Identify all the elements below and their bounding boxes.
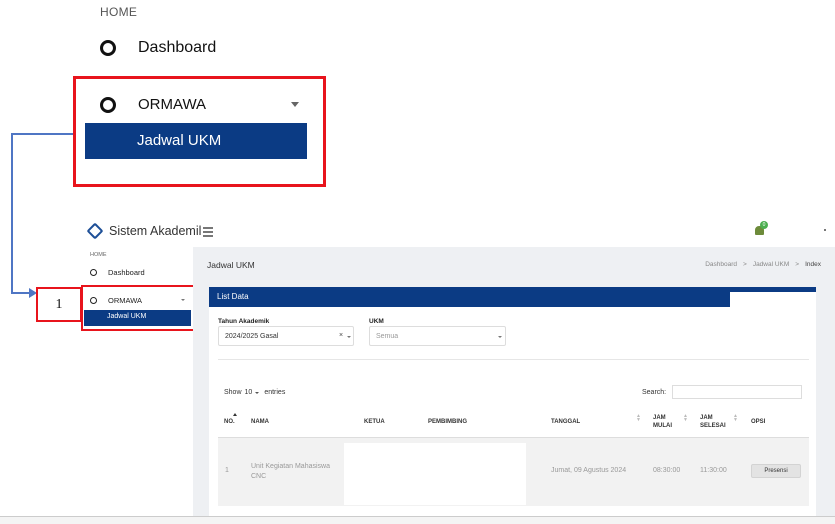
sort-icon[interactable]: ▲ ▼ (636, 414, 641, 423)
ukm-select[interactable]: Semua (369, 326, 506, 346)
chevron-down-icon (498, 336, 502, 338)
ukm-label: UKM (369, 318, 384, 325)
breadcrumb-separator: > (795, 261, 800, 268)
tahun-akademik-value: 2024/2025 Gasal (225, 333, 279, 340)
cell-no: 1 (225, 467, 229, 474)
sidebar-highlight-box (81, 285, 196, 331)
menu-toggle-icon[interactable] (203, 227, 213, 239)
presensi-button[interactable]: Presensi (751, 464, 801, 478)
breadcrumb-index: Index (805, 261, 821, 268)
divider (218, 359, 809, 360)
connector-line (11, 133, 73, 135)
card-header-gap (730, 292, 816, 307)
cell-jam-selesai: 11:30:00 (700, 467, 727, 474)
zoom-jadwal-ukm-item: Jadwal UKM (85, 123, 307, 159)
column-header-ketua[interactable]: KETUA (364, 418, 385, 426)
content-edge (816, 320, 835, 524)
circle-icon (100, 40, 116, 56)
cell-jam-mulai: 08:30:00 (653, 467, 681, 474)
chevron-down-icon (255, 391, 260, 394)
sort-asc-icon[interactable] (233, 413, 237, 416)
chevron-down-icon (347, 336, 351, 338)
zoom-ormawa-label: ORMAWA (138, 96, 207, 113)
column-header-pembimbing[interactable]: PEMBIMBING (428, 418, 467, 426)
chevron-down-icon (291, 102, 299, 107)
show-label: Show (224, 389, 242, 396)
circle-icon (90, 269, 97, 276)
page-title: Jadwal UKM (207, 260, 255, 270)
redacted-cell (344, 443, 526, 505)
column-header-jam-selesai[interactable]: JAM SELESAI (700, 414, 728, 430)
zoom-dashboard-label: Dashboard (138, 39, 217, 56)
column-header-tanggal[interactable]: TANGGAL (551, 418, 580, 426)
zoom-home-label: HOME (100, 5, 138, 19)
entries-label: entries (264, 389, 286, 396)
breadcrumb-jadwal-ukm[interactable]: Jadwal UKM (753, 261, 789, 268)
connector-line (11, 133, 13, 293)
step-number-box: 1 (36, 287, 82, 322)
tahun-akademik-select[interactable]: 2024/2025 Gasal (218, 326, 354, 346)
search-label: Search: (642, 389, 667, 396)
column-header-nama[interactable]: NAMA (251, 418, 269, 426)
length-control: Show 10 entries (224, 389, 285, 396)
brand[interactable]: Sistem Akademil (86, 222, 202, 240)
sidebar-item-dashboard[interactable]: Dashboard (90, 268, 145, 277)
search-input[interactable] (672, 385, 802, 399)
logo-icon (86, 222, 104, 240)
clear-icon[interactable]: × (339, 332, 343, 339)
zoom-dashboard-item: Dashboard (100, 39, 216, 57)
bottom-bar (0, 516, 835, 524)
breadcrumb: Dashboard > Jadwal UKM > Index (705, 261, 821, 268)
sidebar-item-label: Dashboard (108, 268, 145, 277)
tahun-akademik-label: Tahun Akademik (218, 318, 270, 325)
breadcrumb-dashboard[interactable]: Dashboard (705, 261, 737, 268)
cell-tanggal: Jumat, 09 Agustus 2024 (551, 467, 627, 474)
sort-icon[interactable]: ▲ ▼ (733, 414, 738, 423)
column-header-jam-mulai[interactable]: JAM MULAI (653, 414, 677, 430)
ukm-placeholder: Semua (376, 333, 399, 340)
card-title: List Data (209, 287, 816, 307)
user-menu-icon[interactable] (824, 229, 826, 231)
column-header-no[interactable]: NO. (224, 418, 235, 426)
cell-nama: Unit Kegiatan Mahasiswa CNC (251, 463, 330, 480)
brand-name: Sistem Akademil (109, 224, 202, 238)
length-select[interactable]: 10 (245, 389, 253, 396)
column-header-opsi: OPSI (751, 419, 766, 425)
zoom-ormawa-item: ORMAWA (100, 96, 206, 113)
breadcrumb-separator: > (743, 261, 747, 268)
sidebar-home-label: HOME (90, 252, 107, 258)
circle-icon (100, 96, 116, 113)
sort-icon[interactable]: ▲ ▼ (683, 414, 688, 423)
notification-badge: 0 (760, 221, 768, 229)
connector-line (11, 292, 31, 294)
